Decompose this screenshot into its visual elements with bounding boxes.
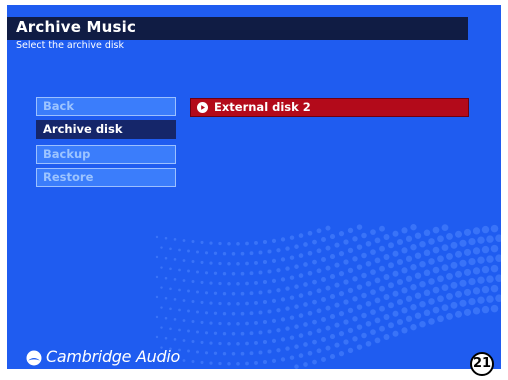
page-title: Archive Music bbox=[16, 18, 137, 36]
page-number-badge: 21 bbox=[470, 352, 494, 376]
archive-music-screen: Archive Music Select the archive disk Ba… bbox=[7, 5, 501, 369]
menu-item-back[interactable]: Back bbox=[36, 97, 176, 116]
disk-option-label: External disk 2 bbox=[214, 100, 311, 114]
menu-item-backup[interactable]: Backup bbox=[36, 145, 176, 164]
menu-item-restore[interactable]: Restore bbox=[36, 168, 176, 187]
brand-name: Cambridge Audio bbox=[46, 347, 180, 366]
page-subtitle: Select the archive disk bbox=[16, 40, 124, 51]
disk-option-external-disk-2[interactable]: External disk 2 bbox=[190, 98, 469, 117]
menu-item-archive-disk[interactable]: Archive disk bbox=[36, 120, 176, 139]
play-circle-icon bbox=[197, 102, 208, 113]
cambridge-audio-logo-icon bbox=[26, 350, 42, 366]
wave-dot-pattern bbox=[155, 224, 501, 369]
